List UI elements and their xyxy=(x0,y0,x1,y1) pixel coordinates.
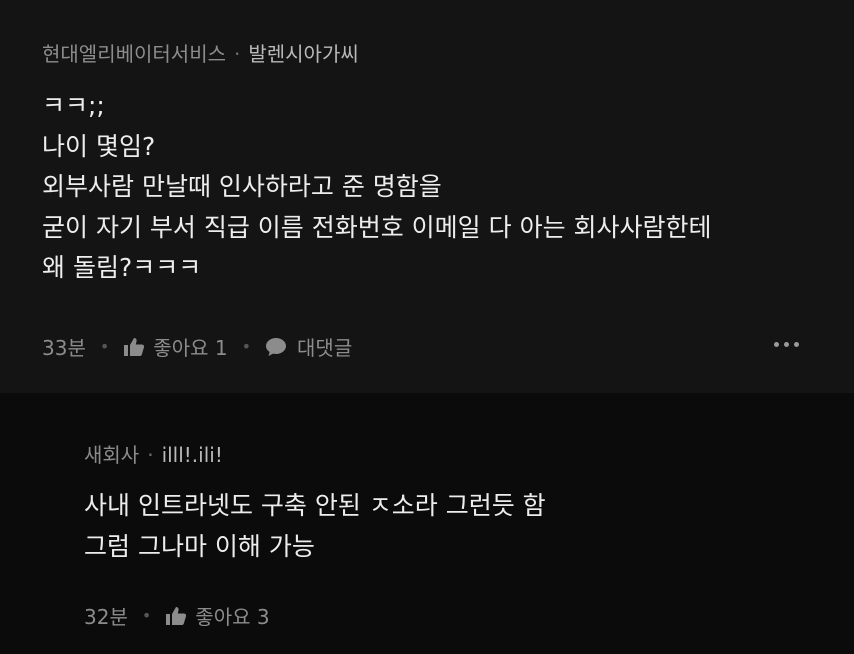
like-count-label: 좋아요 3 xyxy=(195,605,270,629)
reply-button[interactable]: 대댓글 xyxy=(265,332,352,361)
more-options-button[interactable] xyxy=(774,342,799,347)
comment-line: 외부사람 만날때 인사하라고 준 명함을 xyxy=(42,172,442,201)
comment-card: 현대엘리베이터서비스 · 발렌시아가씨 ㅋㅋ;; 나이 몇임? 외부사람 만날때 인… xyxy=(0,0,854,393)
comment-line: 굳이 자기 부서 직급 이름 전화번호 이메일 다 아는 회사사람한테 xyxy=(42,212,712,242)
comment-line: 왜 돌림?ㅋㅋㅋ xyxy=(42,253,202,282)
more-dot xyxy=(784,342,789,347)
like-button[interactable]: 좋아요 3 xyxy=(165,601,270,630)
reply-card: 새회사 · illl!.ili! 사내 인트라넷도 구축 안된 ㅈ소라 그런듯 함 … xyxy=(0,393,854,654)
more-dot xyxy=(774,342,779,347)
author-nickname[interactable]: 발렌시아가씨 xyxy=(248,42,358,66)
reply-line: 사내 인트라넷도 구축 안된 ㅈ소라 그런듯 함 xyxy=(84,491,546,520)
comment-footer: 33분 • 좋아요 1 • 대댓글 xyxy=(42,332,352,361)
thumbs-up-icon xyxy=(124,337,145,356)
reply-time: 32분 xyxy=(84,605,128,629)
reply-author-meta: 새회사 · illl!.ili! xyxy=(84,439,223,468)
reply-body: 사내 인트라넷도 구축 안된 ㅈ소라 그런듯 함 그럼 그나마 이해 가능 xyxy=(84,486,546,567)
like-button[interactable]: 좋아요 1 xyxy=(123,332,228,361)
more-dot xyxy=(794,342,799,347)
reply-line: 그럼 그나마 이해 가능 xyxy=(84,531,315,561)
footer-separator: • xyxy=(241,337,252,356)
thumbs-up-icon xyxy=(166,606,187,625)
speech-bubble-icon xyxy=(266,337,287,356)
footer-separator: • xyxy=(141,606,152,625)
comment-line: ㅋㅋ;; xyxy=(42,91,105,120)
meta-separator: · xyxy=(147,443,154,467)
comment-time: 33분 xyxy=(42,336,86,360)
reply-label: 대댓글 xyxy=(297,336,353,360)
reply-footer: 32분 • 좋아요 3 xyxy=(84,601,270,630)
author-company[interactable]: 현대엘리베이터서비스 xyxy=(42,42,226,66)
meta-separator: · xyxy=(234,42,241,66)
author-company[interactable]: 새회사 xyxy=(84,443,139,467)
comment-line: 나이 몇임? xyxy=(42,131,156,161)
comment-body: ㅋㅋ;; 나이 몇임? 외부사람 만날때 인사하라고 준 명함을 굳이 자기 부… xyxy=(42,86,712,289)
like-count-label: 좋아요 1 xyxy=(153,336,228,360)
comment-author-meta: 현대엘리베이터서비스 · 발렌시아가씨 xyxy=(42,38,359,67)
footer-separator: • xyxy=(99,337,110,356)
author-nickname[interactable]: illl!.ili! xyxy=(162,443,223,467)
